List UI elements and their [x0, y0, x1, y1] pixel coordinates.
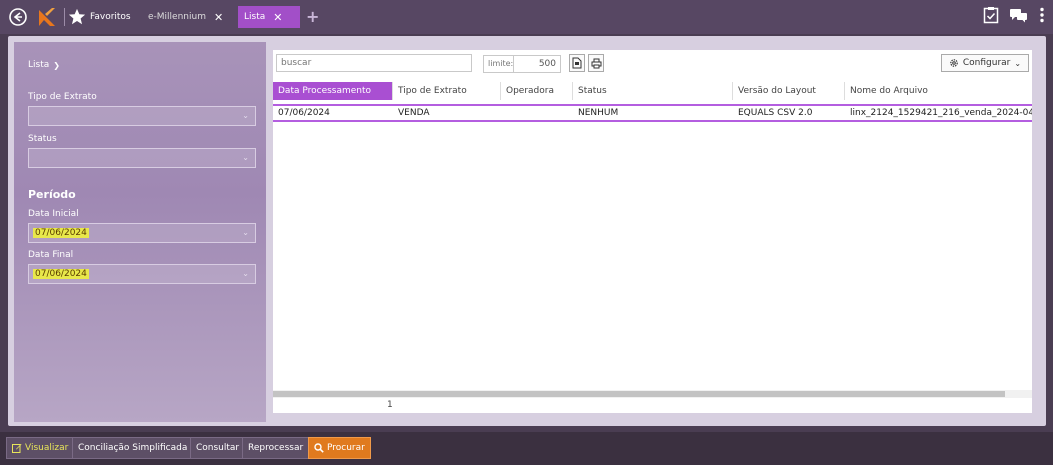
data-final-select[interactable]: 07/06/2024 ⌄ [28, 264, 256, 284]
chevron-down-icon: ⌄ [242, 153, 249, 162]
lista-dropdown[interactable]: Lista ❯ [28, 60, 60, 70]
procurar-button[interactable]: Procurar [308, 437, 371, 459]
cell-status: NENHUM [578, 108, 619, 118]
favorites-button[interactable]: Favoritos [68, 6, 131, 28]
print-button[interactable] [588, 54, 604, 72]
add-tab-icon[interactable]: + [306, 7, 319, 26]
column-header[interactable]: Operadora [501, 82, 573, 100]
data-inicial-value: 07/06/2024 [33, 228, 89, 238]
document-icon [572, 57, 582, 69]
tab-label: e-Millennium [148, 12, 206, 22]
column-header[interactable]: Status [573, 82, 733, 100]
results-table: Data Processamento Tipo de Extrato Opera… [273, 82, 1032, 122]
chevron-down-icon: ⌄ [242, 228, 249, 237]
cell-data-processamento: 07/06/2024 [278, 108, 330, 118]
tipo-extrato-select[interactable]: ⌄ [28, 106, 256, 126]
reprocessar-button[interactable]: Reprocessar [242, 437, 310, 459]
close-icon[interactable]: ✕ [273, 11, 282, 24]
back-button[interactable] [6, 4, 30, 30]
more-vertical-icon[interactable] [1039, 7, 1045, 23]
column-header[interactable]: Data Processamento [273, 82, 393, 100]
chat-icon[interactable] [1009, 7, 1029, 23]
star-icon [68, 8, 86, 25]
periodo-heading: Período [28, 188, 76, 201]
search-input[interactable] [276, 54, 472, 72]
tab-label: Lista [244, 12, 266, 22]
gear-icon [950, 59, 958, 67]
bottom-toolbar: Visualizar Conciliação Simplificada Cons… [0, 432, 1053, 465]
table-row[interactable]: 07/06/2024 VENDA NENHUM EQUALS CSV 2.0 l… [273, 104, 1032, 122]
tab-e-millennium[interactable]: e-Millennium ✕ [142, 6, 236, 28]
chevron-down-icon: ⌄ [1014, 58, 1022, 68]
cell-versao-layout: EQUALS CSV 2.0 [738, 108, 813, 118]
lista-label: Lista [28, 60, 50, 70]
tipo-extrato-label: Tipo de Extrato [28, 92, 97, 102]
cell-nome-arquivo: linx_2124_1529421_216_venda_2024-04-2 [850, 108, 1032, 118]
consultar-label: Consultar [196, 443, 240, 453]
divider [64, 8, 65, 26]
printer-icon [591, 58, 601, 68]
chevron-down-icon: ⌄ [242, 111, 249, 120]
filter-panel: Lista ❯ Tipo de Extrato ⌄ Status ⌄ Perío… [14, 42, 266, 422]
data-final-value: 07/06/2024 [33, 269, 89, 279]
edit-icon [12, 444, 22, 453]
favorites-label: Favoritos [90, 12, 131, 22]
data-final-label: Data Final [28, 250, 74, 260]
procurar-label: Procurar [327, 443, 365, 453]
chevron-down-icon: ⌄ [242, 269, 249, 278]
close-icon[interactable]: ✕ [214, 11, 223, 24]
results-panel: limite: 500 Configurar ⌄ Data Processame… [273, 50, 1032, 413]
column-header[interactable]: Nome do Arquivo [845, 82, 1032, 100]
cell-operadora [501, 104, 573, 122]
reprocessar-label: Reprocessar [248, 443, 304, 453]
configurar-label: Configurar [962, 58, 1011, 68]
column-header[interactable]: Versão do Layout [733, 82, 845, 100]
visualizar-label: Visualizar [25, 443, 69, 453]
consultar-button[interactable]: Consultar [190, 437, 246, 459]
export-button[interactable] [569, 54, 585, 72]
tab-lista[interactable]: Lista ✕ [238, 6, 300, 28]
conciliacao-label: Conciliação Simplificada [78, 443, 188, 453]
top-right-actions [983, 6, 1045, 24]
configurar-button[interactable]: Configurar ⌄ [941, 54, 1029, 72]
conciliacao-simplificada-button[interactable]: Conciliação Simplificada [72, 437, 194, 459]
scrollbar-thumb[interactable] [273, 391, 1005, 397]
column-header[interactable]: Tipo de Extrato [393, 82, 501, 100]
data-inicial-label: Data Inicial [28, 209, 79, 219]
status-select[interactable]: ⌄ [28, 148, 256, 168]
limite-input[interactable]: 500 [513, 55, 561, 73]
top-bar: Favoritos e-Millennium ✕ Lista ✕ + [0, 0, 1053, 34]
back-arrow-icon [9, 8, 27, 26]
chevron-down-icon: ❯ [53, 60, 60, 70]
horizontal-scrollbar[interactable] [273, 390, 1032, 398]
status-label: Status [28, 134, 57, 144]
table-header: Data Processamento Tipo de Extrato Opera… [273, 82, 1032, 100]
search-icon [314, 443, 324, 453]
millennium-logo-icon [39, 8, 55, 26]
cell-tipo-extrato: VENDA [398, 108, 430, 118]
data-inicial-select[interactable]: 07/06/2024 ⌄ [28, 223, 256, 243]
clipboard-check-icon[interactable] [983, 6, 999, 24]
visualizar-button[interactable]: Visualizar [6, 437, 75, 459]
app-logo[interactable] [34, 4, 60, 30]
page-number[interactable]: 1 [387, 400, 393, 410]
